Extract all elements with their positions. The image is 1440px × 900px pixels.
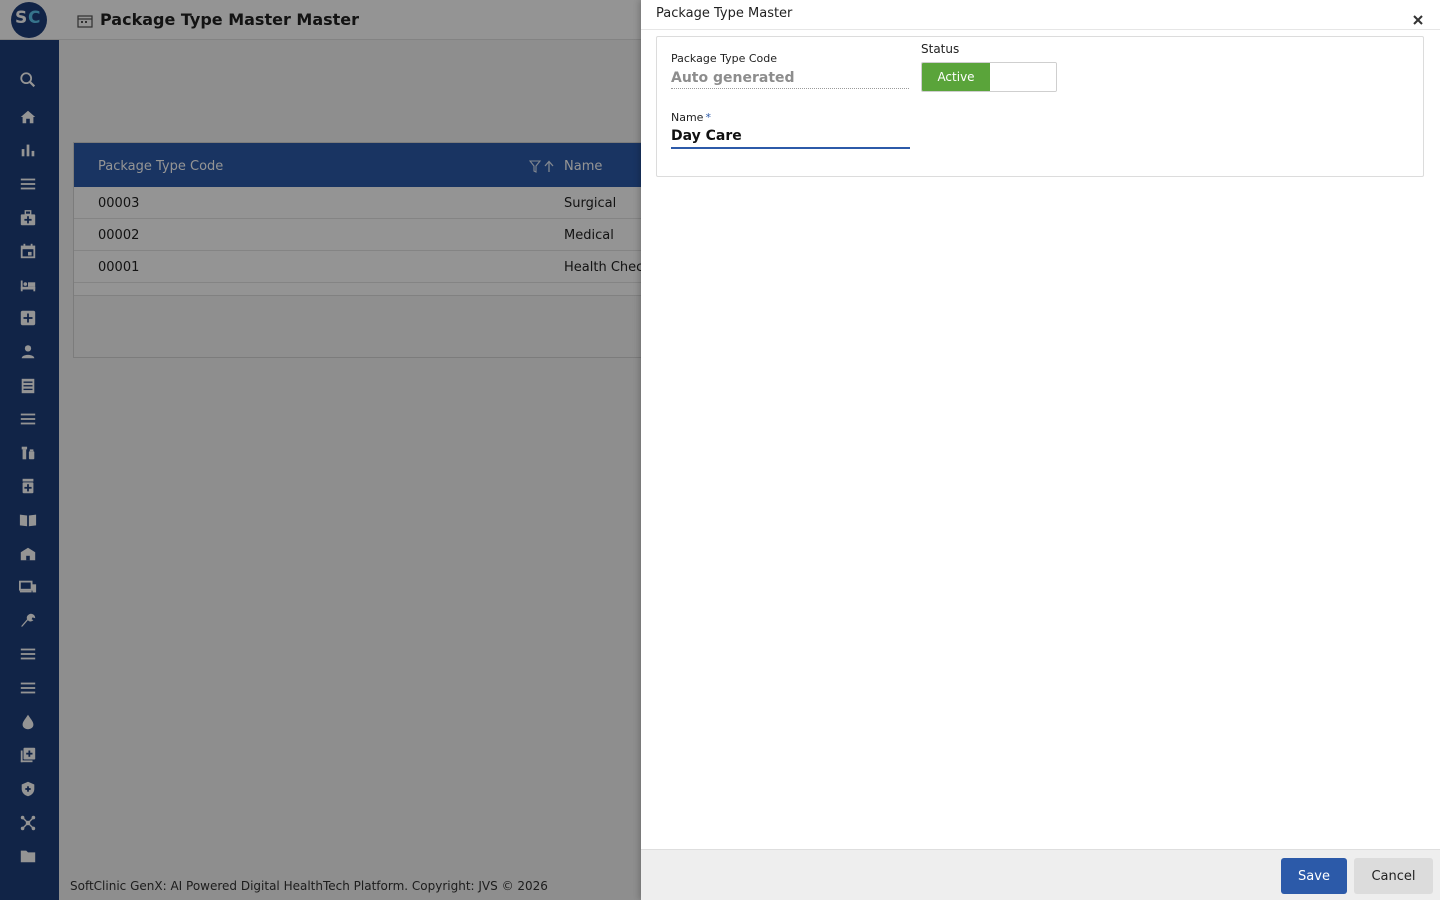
status-toggle[interactable]: Active xyxy=(921,62,1057,92)
modal-backdrop[interactable] xyxy=(0,0,641,900)
required-marker: * xyxy=(705,111,711,124)
package-type-drawer: Package Type Master Package Type Code St… xyxy=(641,0,1440,900)
name-input[interactable] xyxy=(671,125,910,149)
status-active-option[interactable]: Active xyxy=(922,63,990,91)
drawer-header: Package Type Master xyxy=(641,0,1440,30)
cancel-button[interactable]: Cancel xyxy=(1354,858,1433,894)
name-label: Name * xyxy=(671,111,711,124)
form-panel: Package Type Code Status Active Name* xyxy=(656,36,1424,177)
code-field xyxy=(671,67,909,89)
code-label: Package Type Code xyxy=(671,52,778,65)
status-label: Status xyxy=(921,42,960,56)
name-label-text: Name xyxy=(671,111,704,124)
save-button[interactable]: Save xyxy=(1281,858,1347,894)
drawer-footer: Save Cancel xyxy=(641,849,1440,900)
drawer-title: Package Type Master xyxy=(656,6,793,21)
close-icon[interactable] xyxy=(1411,13,1425,27)
status-inactive-option[interactable] xyxy=(990,63,1056,91)
